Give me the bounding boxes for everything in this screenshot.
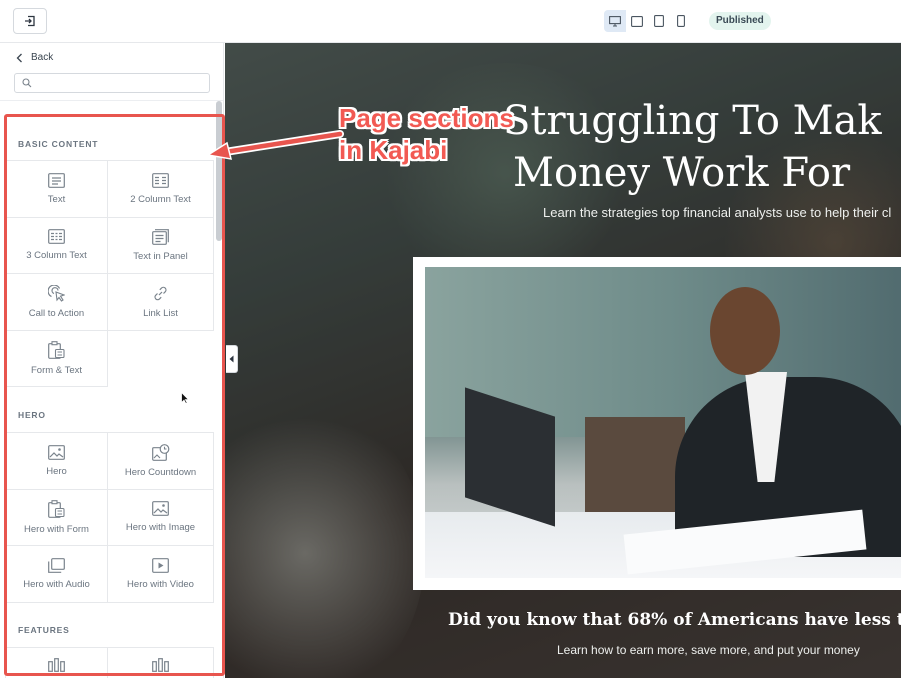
section-title-hero: HERO — [18, 410, 46, 420]
section-item-label: Text in Panel — [133, 250, 188, 262]
stat-subheading: Learn how to earn more, save more, and p… — [557, 643, 860, 657]
hero-photo — [425, 267, 901, 578]
text-in-panel-icon — [152, 228, 169, 245]
section-item-label: Form & Text — [30, 364, 83, 376]
section-item-label: 2 Column Text — [130, 193, 191, 205]
section-item-hero[interactable]: Hero — [5, 433, 108, 490]
stat-heading: Did you know that 68% of Americans have … — [448, 610, 901, 630]
section-item-label: Hero with Form — [24, 523, 89, 535]
three-column-text-icon — [48, 229, 65, 245]
laptop-view-button[interactable] — [626, 10, 648, 32]
audio-icon — [48, 557, 65, 573]
section-item-label: 3 Column Text — [26, 250, 87, 262]
section-item-hero-countdown[interactable]: Hero Countdown — [108, 433, 214, 490]
section-item-label: Text — [47, 193, 66, 205]
section-item-form-text[interactable]: Form & Text — [5, 330, 108, 387]
search-field[interactable] — [14, 73, 210, 93]
collapse-sidebar-button[interactable] — [226, 345, 238, 373]
section-item-call-to-action[interactable]: Call to Action — [5, 274, 108, 331]
section-item-text-in-panel[interactable]: Text in Panel — [108, 217, 214, 274]
mobile-icon — [677, 15, 685, 27]
divider — [0, 100, 223, 101]
section-item-three-column-text[interactable]: 3 Column Text — [5, 217, 108, 274]
tablet-view-button[interactable] — [648, 10, 670, 32]
hero-grid: Hero Hero Countdown Hero with Form Hero … — [5, 432, 214, 603]
exit-button[interactable] — [13, 8, 47, 34]
form-text-icon — [48, 340, 65, 359]
text-icon — [48, 172, 65, 188]
section-item-label: Hero — [46, 465, 67, 477]
section-item-hero-with-image[interactable]: Hero with Image — [108, 489, 214, 546]
section-item-label: Hero with Image — [125, 522, 196, 534]
section-item-label: Hero with Audio — [23, 578, 90, 590]
tablet-icon — [654, 15, 664, 27]
mobile-view-button[interactable] — [670, 10, 692, 32]
section-item-label: Link List — [143, 307, 178, 319]
section-title-features: FEATURES — [18, 625, 70, 635]
hero-subheading: Learn the strategies top financial analy… — [543, 205, 892, 220]
back-link[interactable]: Back — [16, 52, 53, 63]
columns-icon — [152, 658, 169, 672]
basic-content-grid: Text 2 Column Text 3 Column Text Text in… — [5, 160, 214, 387]
sidebar-scrollbar[interactable] — [216, 101, 222, 241]
form-icon — [48, 499, 65, 518]
annotation-line2: in Kajabi — [339, 135, 448, 165]
countdown-icon — [151, 443, 169, 461]
sections-sidebar: Back BASIC CONTENT Text 2 Column Text 3 … — [0, 43, 224, 678]
search-input[interactable] — [37, 76, 205, 90]
section-item-link-list[interactable]: Link List — [108, 274, 214, 331]
section-item-label: Call to Action — [28, 307, 85, 319]
section-item-two-column-text[interactable]: 2 Column Text — [108, 161, 214, 218]
mouse-cursor-icon — [181, 392, 189, 404]
call-to-action-icon — [48, 284, 65, 302]
image-icon — [152, 501, 169, 517]
device-preview-toggle — [604, 10, 693, 32]
hero-heading-line2: Money Work For — [513, 150, 851, 196]
section-item-text[interactable]: Text — [5, 161, 108, 218]
top-toolbar: Published — [0, 0, 901, 43]
section-item-feature[interactable] — [108, 648, 214, 678]
annotation-label: Page sections in Kajabi — [339, 102, 514, 166]
hero-heading-line1: Struggling To Mak — [503, 98, 882, 144]
back-label: Back — [31, 52, 54, 63]
section-item-feature[interactable] — [5, 648, 108, 678]
section-title-basic-content: BASIC CONTENT — [18, 139, 99, 149]
features-grid — [5, 647, 214, 678]
hero-heading: Struggling To Mak Money Work For — [503, 95, 882, 199]
desktop-view-button[interactable] — [604, 10, 626, 32]
photo-person-head — [710, 287, 780, 375]
section-item-hero-with-video[interactable]: Hero with Video — [108, 546, 214, 603]
desktop-icon — [609, 15, 621, 27]
caret-left-icon — [229, 355, 234, 363]
section-item-label: Hero Countdown — [124, 466, 197, 478]
two-column-text-icon — [152, 172, 169, 188]
section-item-label: Hero with Video — [127, 578, 194, 590]
section-item-hero-with-audio[interactable]: Hero with Audio — [5, 546, 108, 603]
section-item-hero-with-form[interactable]: Hero with Form — [5, 489, 108, 546]
photo-shelf — [585, 417, 685, 517]
chevron-left-icon — [16, 53, 22, 62]
exit-icon — [25, 15, 35, 27]
link-icon — [154, 286, 167, 300]
video-icon — [152, 557, 169, 573]
laptop-icon — [631, 15, 643, 27]
image-icon — [48, 444, 65, 460]
annotation-arrow-icon — [205, 130, 344, 160]
annotation-line1: Page sections — [339, 103, 514, 133]
hero-image-frame — [413, 257, 901, 590]
status-badge: Published — [709, 12, 771, 30]
columns-icon — [48, 658, 65, 672]
search-icon — [22, 78, 32, 88]
